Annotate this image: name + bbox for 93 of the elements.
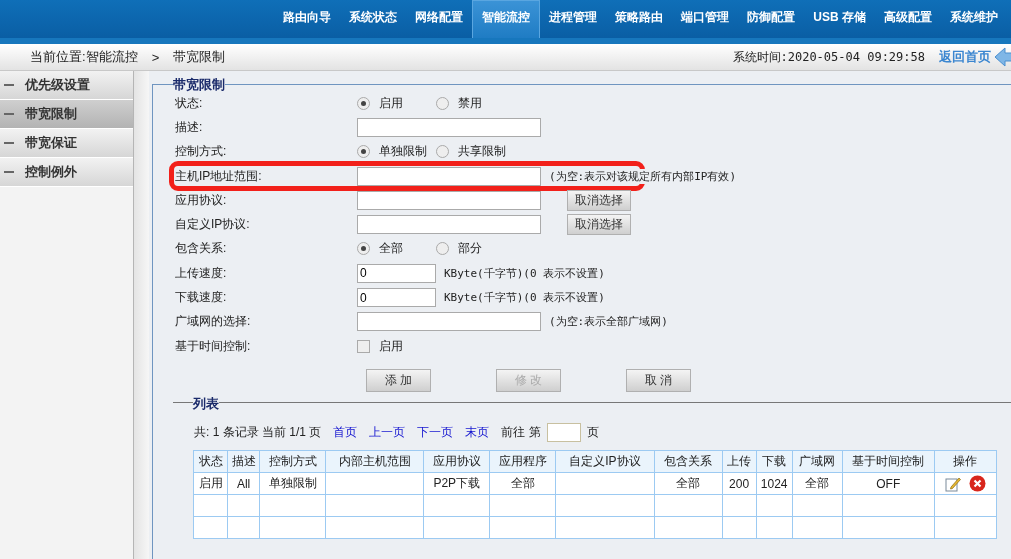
nav-tab[interactable]: 策略路由 xyxy=(606,0,673,38)
radio-button[interactable] xyxy=(436,145,449,159)
option-label: 启用 xyxy=(379,94,403,112)
table-cell: OFF xyxy=(876,476,901,491)
column-header: 下载 xyxy=(756,450,793,473)
field-label: 下载速度: xyxy=(175,289,228,306)
field-label: 自定义IP协议: xyxy=(175,216,251,234)
field-hint: KByte(千字节)(0 表示不设置) xyxy=(444,290,605,305)
clear-selection-button[interactable]: 取消选择 xyxy=(567,189,631,211)
nav-tab[interactable]: 系统维护 xyxy=(941,0,1007,38)
table-cell: 200 xyxy=(729,476,750,491)
column-header: 包含关系 xyxy=(654,450,723,473)
panel-legend: 带宽限制 xyxy=(173,76,225,94)
option-label: 部分 xyxy=(458,240,482,258)
table-cell: 全部 xyxy=(805,476,830,491)
page-input[interactable] xyxy=(546,423,581,443)
field-hint: (为空:表示对该规定所有内部IP有效) xyxy=(549,168,737,184)
field-label: 控制方式: xyxy=(175,143,228,161)
column-header: 控制方式 xyxy=(259,450,326,473)
input-field[interactable] xyxy=(357,312,541,332)
sidebar-item[interactable]: 优先级设置 xyxy=(0,71,133,100)
column-header: 自定义IP协议 xyxy=(555,450,654,473)
input-field[interactable] xyxy=(357,117,541,137)
sidebar-item[interactable]: 带宽保证 xyxy=(0,129,133,158)
delete-icon[interactable] xyxy=(968,475,986,493)
field-hint: (为空:表示全部广域网) xyxy=(549,314,668,330)
radio-button[interactable] xyxy=(436,242,449,256)
table-cell: All xyxy=(236,476,251,491)
column-header: 操作 xyxy=(934,450,997,473)
radio-button[interactable] xyxy=(357,242,370,256)
nav-tab[interactable]: 进程管理 xyxy=(540,0,607,38)
goto-label: 前往 第 xyxy=(501,424,541,442)
column-header: 内部主机范围 xyxy=(325,450,424,473)
column-header: 描述 xyxy=(227,450,260,473)
table-cell: 全部 xyxy=(510,476,535,491)
table-cell: 全部 xyxy=(676,476,701,491)
column-header: 上传 xyxy=(722,450,757,473)
option-label: 启用 xyxy=(379,337,403,355)
input-field[interactable] xyxy=(357,166,541,186)
page-unit: 页 xyxy=(586,424,599,442)
edit-icon[interactable] xyxy=(944,475,961,492)
field-label: 主机IP地址范围: xyxy=(175,167,263,185)
field-label: 广域网的选择: xyxy=(175,313,252,331)
field-label: 基于时间控制: xyxy=(175,337,252,355)
clear-selection-button[interactable]: 取消选择 xyxy=(567,214,631,236)
form-button[interactable]: 添 加 xyxy=(366,369,431,393)
field-hint: KByte(千字节)(0 表示不设置) xyxy=(444,265,605,281)
pager-link[interactable]: 首页 xyxy=(333,424,358,442)
table-cell: 启用 xyxy=(198,476,223,491)
field-label: 描述: xyxy=(175,118,204,136)
option-label: 单独限制 xyxy=(379,143,427,161)
splitter-bar[interactable] xyxy=(134,71,149,559)
table-cell: 单独限制 xyxy=(268,476,317,491)
option-label: 全部 xyxy=(379,240,403,258)
checkbox[interactable] xyxy=(357,339,370,353)
nav-tab[interactable]: 高级配置 xyxy=(875,0,941,38)
breadcrumb-location: 当前位置:智能流控 xyxy=(30,48,138,66)
input-field[interactable]: 0 xyxy=(357,288,436,307)
sidebar-item[interactable]: 控制例外 xyxy=(0,158,133,187)
breadcrumb-current: 带宽限制 xyxy=(173,48,226,66)
record-summary: 共: 1 条记录 当前 1/1 页 xyxy=(194,424,322,442)
option-label: 共享限制 xyxy=(458,143,506,161)
nav-tab[interactable]: 网络配置 xyxy=(406,0,473,38)
pager-link[interactable]: 上一页 xyxy=(369,424,406,442)
nav-tab[interactable]: 端口管理 xyxy=(672,0,739,38)
table-cell: P2P下载 xyxy=(433,476,481,491)
input-field[interactable]: 0 xyxy=(357,263,436,283)
nav-tab[interactable]: USB 存储 xyxy=(804,0,875,38)
field-label: 应用协议: xyxy=(175,191,228,209)
option-label: 禁用 xyxy=(458,94,482,112)
nav-tab[interactable]: 防御配置 xyxy=(738,0,805,38)
nav-tab[interactable]: 路由向导 xyxy=(274,0,341,38)
pager-link[interactable]: 末页 xyxy=(465,424,490,442)
table-cell: 1024 xyxy=(760,476,788,491)
column-header: 基于时间控制 xyxy=(842,450,935,473)
radio-button[interactable] xyxy=(357,96,370,110)
nav-tab[interactable]: 系统状态 xyxy=(340,0,407,38)
column-header: 广域网 xyxy=(792,450,843,473)
column-header: 状态 xyxy=(193,450,228,473)
field-label: 包含关系: xyxy=(175,240,228,258)
form-button[interactable]: 取 消 xyxy=(626,369,691,393)
breadcrumb-separator: > xyxy=(151,49,160,65)
radio-button[interactable] xyxy=(357,145,370,159)
field-label: 上传速度: xyxy=(175,264,228,282)
column-header: 应用程序 xyxy=(489,450,556,473)
radio-button[interactable] xyxy=(436,96,449,110)
column-header: 应用协议 xyxy=(423,450,490,473)
system-time: 系统时间:2020-05-04 09:29:58 xyxy=(732,48,925,66)
sidebar-item[interactable]: 带宽限制 xyxy=(0,100,133,129)
pager-link[interactable]: 下一页 xyxy=(417,424,454,442)
field-label: 状态: xyxy=(175,94,204,112)
nav-tab[interactable]: 智能流控 xyxy=(472,0,541,38)
input-field[interactable] xyxy=(357,215,541,235)
